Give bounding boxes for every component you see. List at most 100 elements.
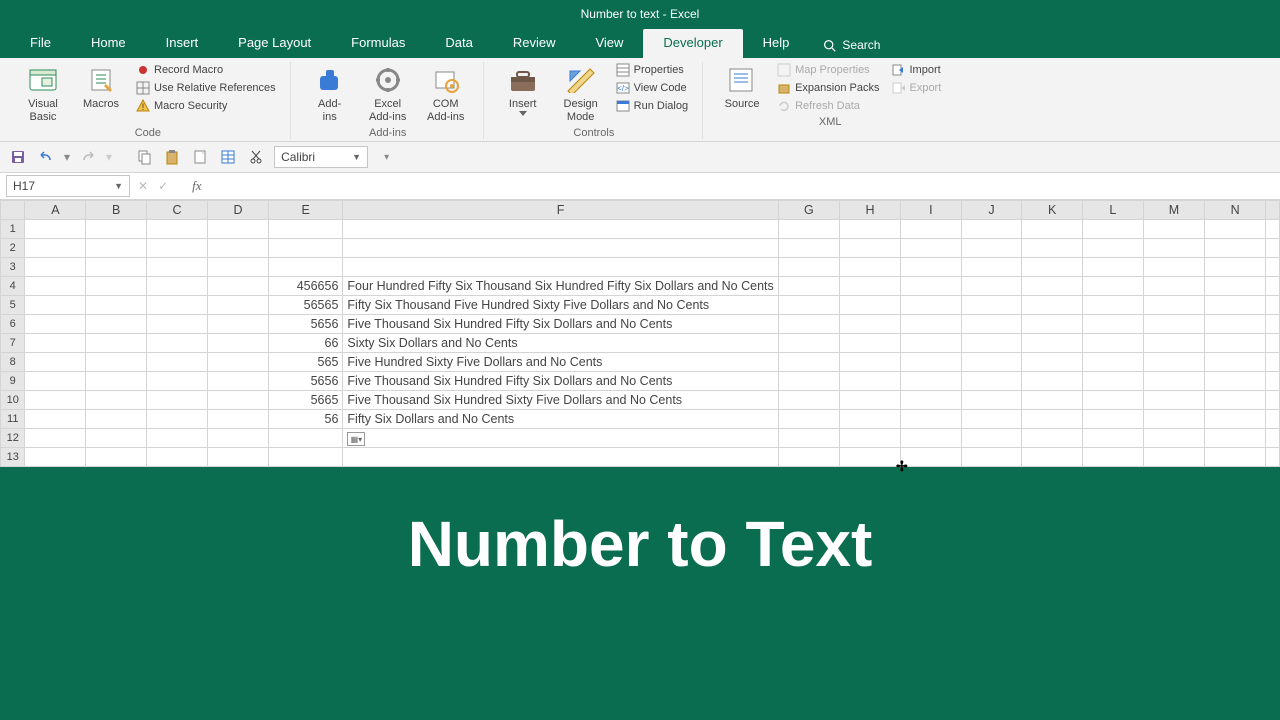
column-header-F[interactable]: F	[343, 201, 778, 220]
cell-M13[interactable]	[1143, 448, 1204, 467]
cell-L9[interactable]	[1083, 372, 1144, 391]
cell-H3[interactable]	[839, 258, 900, 277]
cell-F9[interactable]: Five Thousand Six Hundred Fifty Six Doll…	[343, 372, 778, 391]
cell-G5[interactable]	[778, 296, 839, 315]
row-header-10[interactable]: 10	[1, 391, 25, 410]
cell-L11[interactable]	[1083, 410, 1144, 429]
worksheet-grid[interactable]: ABCDEFGHIJKLMN1234456656Four Hundred Fif…	[0, 200, 1280, 467]
cell-G3[interactable]	[778, 258, 839, 277]
cell-I11[interactable]	[900, 410, 961, 429]
cell-K11[interactable]	[1022, 410, 1083, 429]
cell-N4[interactable]	[1205, 277, 1266, 296]
map-properties-button[interactable]: Map Properties	[775, 62, 881, 78]
cell-G8[interactable]	[778, 353, 839, 372]
column-header-E[interactable]: E	[269, 201, 343, 220]
cell-D9[interactable]	[208, 372, 269, 391]
cell-F13[interactable]	[343, 448, 778, 467]
cell-G10[interactable]	[778, 391, 839, 410]
cell-B13[interactable]	[86, 448, 147, 467]
row-header-9[interactable]: 9	[1, 372, 25, 391]
cell-L5[interactable]	[1083, 296, 1144, 315]
cell-I6[interactable]	[900, 315, 961, 334]
cell-F2[interactable]	[343, 239, 778, 258]
row-header-5[interactable]: 5	[1, 296, 25, 315]
cell-B6[interactable]	[86, 315, 147, 334]
cell-K10[interactable]	[1022, 391, 1083, 410]
cell-L4[interactable]	[1083, 277, 1144, 296]
cell-A9[interactable]	[25, 372, 86, 391]
cell-H8[interactable]	[839, 353, 900, 372]
tab-help[interactable]: Help	[743, 29, 810, 58]
cell-D3[interactable]	[208, 258, 269, 277]
cell-M6[interactable]	[1143, 315, 1204, 334]
cell-E5[interactable]: 56565	[269, 296, 343, 315]
table-button[interactable]	[218, 147, 238, 167]
cell-E10[interactable]: 5665	[269, 391, 343, 410]
cell-F5[interactable]: Fifty Six Thousand Five Hundred Sixty Fi…	[343, 296, 778, 315]
column-header-N[interactable]: N	[1205, 201, 1266, 220]
cell-C12[interactable]	[147, 429, 208, 448]
refresh-data-button[interactable]: Refresh Data	[775, 98, 881, 114]
cell-N7[interactable]	[1205, 334, 1266, 353]
cell-H6[interactable]	[839, 315, 900, 334]
cell-A7[interactable]	[25, 334, 86, 353]
cell-A12[interactable]	[25, 429, 86, 448]
cell-C9[interactable]	[147, 372, 208, 391]
cell-F11[interactable]: Fifty Six Dollars and No Cents	[343, 410, 778, 429]
cell-M7[interactable]	[1143, 334, 1204, 353]
cell-L7[interactable]	[1083, 334, 1144, 353]
visual-basic-button[interactable]: Visual Basic	[14, 62, 72, 125]
cut-button[interactable]	[246, 147, 266, 167]
cell-C1[interactable]	[147, 220, 208, 239]
row-header-3[interactable]: 3	[1, 258, 25, 277]
row-header-12[interactable]: 12	[1, 429, 25, 448]
cell-D8[interactable]	[208, 353, 269, 372]
tab-file[interactable]: File	[10, 29, 71, 58]
cell-A13[interactable]	[25, 448, 86, 467]
cell-K13[interactable]	[1022, 448, 1083, 467]
fx-icon[interactable]: fx	[192, 178, 201, 194]
cell-B5[interactable]	[86, 296, 147, 315]
paste-button[interactable]	[162, 147, 182, 167]
cell-N3[interactable]	[1205, 258, 1266, 277]
cell-I8[interactable]	[900, 353, 961, 372]
cell-F6[interactable]: Five Thousand Six Hundred Fifty Six Doll…	[343, 315, 778, 334]
cell-L2[interactable]	[1083, 239, 1144, 258]
cell-H12[interactable]	[839, 429, 900, 448]
expansion-packs-button[interactable]: Expansion Packs	[775, 80, 881, 96]
font-selector[interactable]: Calibri▼	[274, 146, 368, 168]
row-header-7[interactable]: 7	[1, 334, 25, 353]
cell-C4[interactable]	[147, 277, 208, 296]
cell-B7[interactable]	[86, 334, 147, 353]
new-button[interactable]	[190, 147, 210, 167]
cell-G1[interactable]	[778, 220, 839, 239]
cell-C7[interactable]	[147, 334, 208, 353]
cell-N2[interactable]	[1205, 239, 1266, 258]
cell-N8[interactable]	[1205, 353, 1266, 372]
cell-M1[interactable]	[1143, 220, 1204, 239]
view-code-button[interactable]: </>View Code	[614, 80, 690, 96]
cell-D10[interactable]	[208, 391, 269, 410]
column-header-H[interactable]: H	[839, 201, 900, 220]
cell-A10[interactable]	[25, 391, 86, 410]
cell-E2[interactable]	[269, 239, 343, 258]
row-header-2[interactable]: 2	[1, 239, 25, 258]
cell-H2[interactable]	[839, 239, 900, 258]
import-button[interactable]: Import	[889, 62, 943, 78]
cell-H4[interactable]	[839, 277, 900, 296]
tell-me-search[interactable]: Search	[809, 32, 894, 58]
cell-F7[interactable]: Sixty Six Dollars and No Cents	[343, 334, 778, 353]
cell-I4[interactable]	[900, 277, 961, 296]
cell-K4[interactable]	[1022, 277, 1083, 296]
cell-B11[interactable]	[86, 410, 147, 429]
cell-K3[interactable]	[1022, 258, 1083, 277]
column-header-I[interactable]: I	[900, 201, 961, 220]
cell-C11[interactable]	[147, 410, 208, 429]
run-dialog-button[interactable]: Run Dialog	[614, 98, 690, 114]
cell-I12[interactable]	[900, 429, 961, 448]
properties-button[interactable]: Properties	[614, 62, 690, 78]
com-addins-button[interactable]: COM Add-ins	[417, 62, 475, 125]
cell-N9[interactable]	[1205, 372, 1266, 391]
cell-C13[interactable]	[147, 448, 208, 467]
column-header-M[interactable]: M	[1143, 201, 1204, 220]
